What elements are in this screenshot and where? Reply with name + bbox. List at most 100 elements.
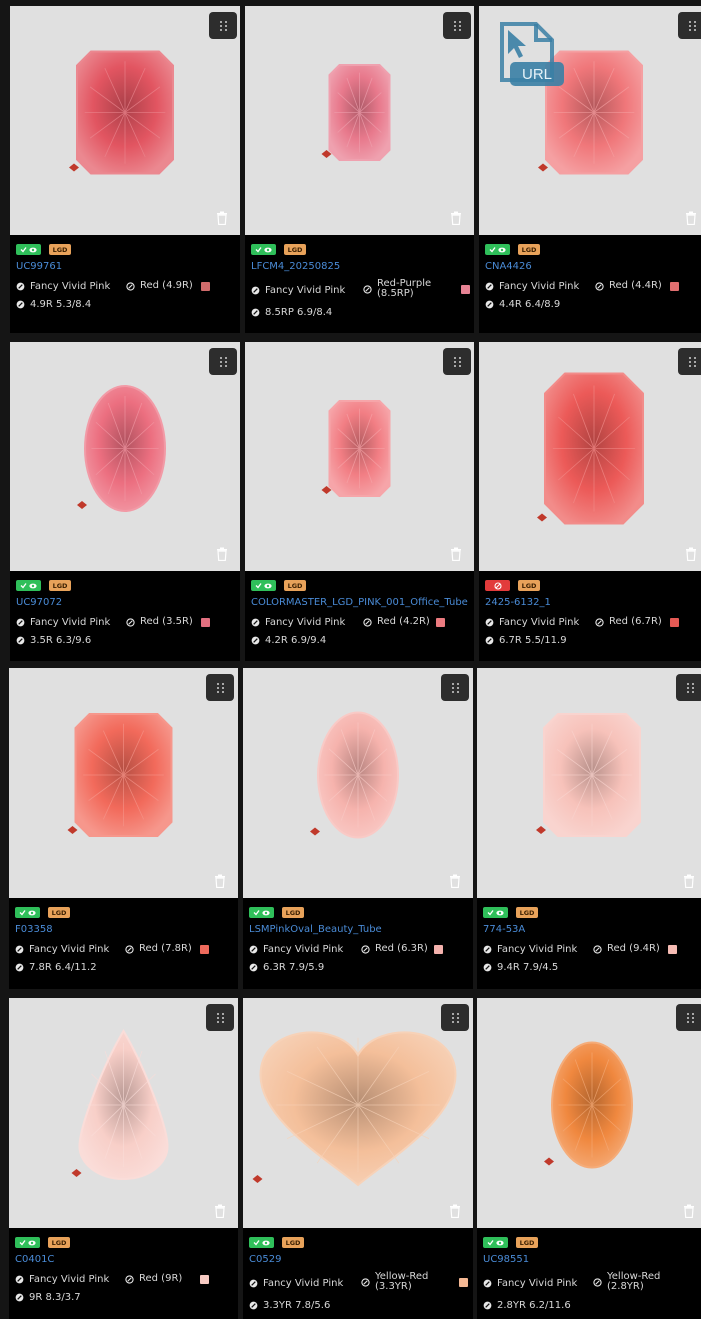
stone-image-area[interactable]	[10, 6, 240, 235]
spec-icon	[485, 300, 494, 309]
visibility-badge	[249, 907, 274, 918]
color-spec: 6.3R 7.9/5.9	[263, 962, 325, 973]
trash-icon[interactable]	[450, 547, 462, 561]
hue-icon	[363, 284, 372, 294]
stone-card[interactable]: LGD 2425-6132_1 Fancy Vivid Pink Red (6.…	[479, 342, 701, 661]
trash-icon[interactable]	[449, 1204, 461, 1218]
hue-label: Red (4.9R)	[140, 281, 193, 291]
stone-card[interactable]: LGD F03358 Fancy Vivid Pink Red (7.8R) 7…	[9, 668, 238, 989]
position-marker	[536, 826, 546, 834]
trash-icon[interactable]	[214, 874, 226, 888]
spec-icon	[15, 1293, 24, 1302]
drag-handle-button[interactable]	[676, 1004, 701, 1031]
stone-id-link[interactable]: C0401C	[15, 1254, 54, 1265]
stone-image-area[interactable]	[9, 998, 238, 1228]
stone-card[interactable]: LGD COLORMASTER_LGD_PINK_001_Office_Tube…	[245, 342, 474, 661]
stone-id-link[interactable]: 2425-6132_1	[485, 597, 551, 608]
stone-id-link[interactable]: 774-53A	[483, 924, 525, 935]
visibility-badge	[16, 580, 41, 591]
drag-handle-button[interactable]	[441, 1004, 469, 1031]
color-grade: Fancy Vivid Pink	[265, 285, 346, 296]
stone-id-link[interactable]: CNA4426	[485, 261, 532, 272]
color-grade-icon	[16, 282, 25, 291]
stone-info: LGD F03358 Fancy Vivid Pink Red (7.8R) 7…	[9, 898, 238, 989]
drag-handle-button[interactable]	[206, 674, 234, 701]
trash-icon[interactable]	[216, 547, 228, 561]
trash-icon[interactable]	[683, 1204, 695, 1218]
stone-info: LGD C0529 Fancy Vivid Pink Yellow-Red (3.…	[243, 1228, 473, 1319]
stone-id-link[interactable]: UC98551	[483, 1254, 529, 1265]
hue-text: Red (6.7R)	[609, 616, 662, 627]
spec-icon	[483, 1301, 492, 1310]
color-grade: Fancy Vivid Pink	[499, 617, 580, 628]
stone-card[interactable]: LGD C0529 Fancy Vivid Pink Yellow-Red (3.…	[243, 998, 473, 1319]
stone-card[interactable]: LGD UC97072 Fancy Vivid Pink Red (3.5R) …	[10, 342, 240, 661]
drag-handle-button[interactable]	[209, 12, 237, 39]
stone-image-area[interactable]	[477, 668, 701, 898]
stone-id-link[interactable]: C0529	[249, 1254, 281, 1265]
trash-icon[interactable]	[450, 211, 462, 225]
stone-id-link[interactable]: LFCM4_20250825	[251, 261, 340, 272]
color-grade-icon	[485, 618, 494, 627]
color-swatch	[461, 285, 470, 294]
drag-handle-button[interactable]	[443, 348, 471, 375]
stone-card[interactable]: LGD LSMPinkOval_Beauty_Tube Fancy Vivid …	[243, 668, 473, 989]
stone-image-area[interactable]	[479, 342, 701, 571]
drag-handle-button[interactable]	[678, 12, 701, 39]
color-grade-icon	[251, 618, 260, 627]
trash-icon[interactable]	[449, 874, 461, 888]
drag-handle-button[interactable]	[441, 674, 469, 701]
diamond-image	[537, 372, 644, 525]
drag-handle-button[interactable]	[676, 674, 701, 701]
diamond-image	[544, 1041, 633, 1169]
trash-icon[interactable]	[216, 211, 228, 225]
badge-row: LGD	[15, 1237, 70, 1248]
stone-id-link[interactable]: COLORMASTER_LGD_PINK_001_Office_Tube	[251, 597, 468, 608]
lgd-badge: LGD	[282, 907, 304, 918]
color-spec: 2.8YR 6.2/11.6	[497, 1300, 571, 1311]
drag-handle-button[interactable]	[443, 12, 471, 39]
stone-image-area[interactable]	[243, 998, 473, 1228]
stone-card[interactable]: LGD C0401C Fancy Vivid Pink Red (9R) 9R …	[9, 998, 238, 1319]
color-spec: 8.5RP 6.9/8.4	[265, 307, 333, 318]
drag-handle-button[interactable]	[206, 1004, 234, 1031]
stone-card[interactable]: LGD 774-53A Fancy Vivid Pink Red (9.4R) …	[477, 668, 701, 989]
drag-handle-button[interactable]	[678, 348, 701, 375]
stone-id-link[interactable]: UC97072	[16, 597, 62, 608]
url-file-icon: URL	[500, 22, 564, 86]
drag-handle-button[interactable]	[209, 348, 237, 375]
color-grade-icon	[249, 945, 258, 954]
hue-label: Red (3.5R)	[140, 617, 193, 627]
color-spec: 3.3YR 7.8/5.6	[263, 1300, 331, 1311]
hue-icon	[126, 617, 135, 627]
stone-image-area[interactable]	[9, 668, 238, 898]
stone-image-area[interactable]	[243, 668, 473, 898]
stone-id-link[interactable]: LSMPinkOval_Beauty_Tube	[249, 924, 382, 935]
color-spec: 7.8R 6.4/11.2	[29, 962, 97, 973]
trash-icon[interactable]	[685, 211, 697, 225]
hue-icon	[361, 1277, 370, 1287]
stone-id-link[interactable]: UC99761	[16, 261, 62, 272]
stone-card[interactable]: LGD UC98551 Fancy Vivid Pink Yellow-Red(…	[477, 998, 701, 1319]
hue-code: (2.8YR)	[607, 1281, 644, 1292]
spec-icon	[16, 300, 25, 309]
visibility-badge	[251, 244, 276, 255]
stone-image-area[interactable]	[245, 342, 474, 571]
stone-info: LGD UC99761 Fancy Vivid Pink Red (4.9R) …	[10, 235, 240, 333]
stone-id-link[interactable]: F03358	[15, 924, 53, 935]
trash-icon[interactable]	[685, 547, 697, 561]
stone-card[interactable]: LGD UC99761 Fancy Vivid Pink Red (4.9R) …	[10, 6, 240, 333]
hidden-badge	[485, 580, 510, 591]
hue-code: (3.3YR)	[375, 1281, 412, 1292]
color-grade-icon	[483, 1279, 492, 1288]
trash-icon[interactable]	[214, 1204, 226, 1218]
trash-icon[interactable]	[683, 874, 695, 888]
color-grade: Fancy Vivid Pink	[30, 281, 111, 292]
position-marker	[537, 513, 547, 522]
stone-image-area[interactable]	[477, 998, 701, 1228]
color-swatch	[668, 945, 677, 954]
stone-card[interactable]: LGD LFCM4_20250825 Fancy Vivid Pink Red-…	[245, 6, 474, 333]
stone-image-area[interactable]	[10, 342, 240, 571]
spec-icon	[485, 636, 494, 645]
stone-image-area[interactable]	[245, 6, 474, 235]
